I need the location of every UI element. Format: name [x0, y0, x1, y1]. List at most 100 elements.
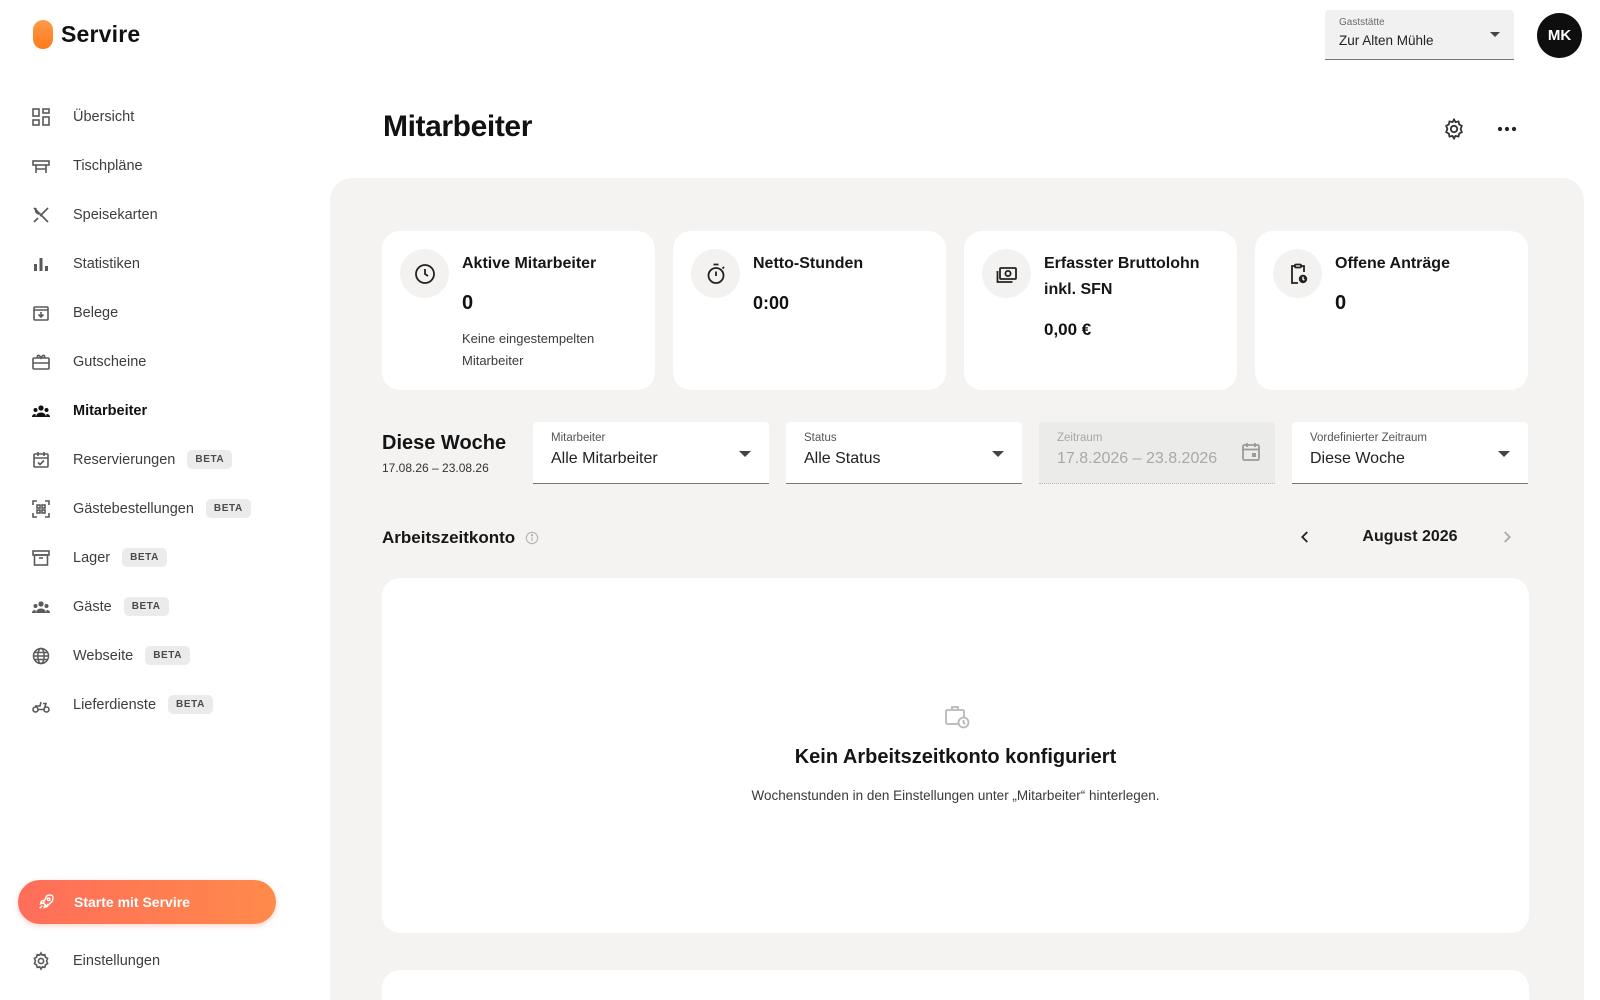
dropdown-caret-icon	[1490, 32, 1500, 37]
stat-card-active-employees: Aktive Mitarbeiter 0 Keine eingestempelt…	[382, 231, 655, 390]
briefcase-clock-icon	[943, 702, 971, 735]
sidebar-item-label: Einstellungen	[73, 953, 161, 969]
stat-value: 0	[462, 292, 474, 314]
money-icon	[982, 249, 1031, 298]
globe-icon	[31, 646, 51, 666]
sidebar-item-label: Übersicht	[73, 108, 135, 125]
empty-state-subtitle: Wochenstunden in den Einstellungen unter…	[751, 788, 1160, 803]
sidebar-item-einstellungen[interactable]: Einstellungen	[0, 937, 330, 985]
previous-month-button[interactable]	[1290, 522, 1320, 552]
sidebar-item-label: Belege	[73, 304, 119, 321]
next-section-card	[382, 970, 1529, 1000]
app-logo[interactable]: Servire	[33, 20, 140, 49]
qr-code-icon	[31, 499, 51, 519]
sidebar-item-belege[interactable]: Belege	[0, 288, 330, 337]
status-filter-value: Alle Status	[804, 450, 881, 467]
more-horizontal-icon	[1497, 126, 1517, 132]
rocket-icon	[37, 893, 55, 911]
start-button-label: Starte mit Servire	[74, 894, 190, 910]
stat-card-net-hours: Netto-Stunden 0:00	[673, 231, 946, 390]
work-account-heading: Arbeitszeitkonto	[382, 528, 539, 548]
sidebar-item-label: Gutscheine	[73, 353, 147, 370]
venue-select[interactable]: Gaststätte Zur Alten Mühle	[1325, 10, 1514, 60]
stat-card-gross-wage: Erfasster Bruttolohn inkl. SFN 0,00 €	[964, 231, 1237, 390]
work-account-empty-state: Kein Arbeitszeitkonto konfiguriert Woche…	[382, 578, 1529, 933]
cutlery-icon	[31, 205, 51, 225]
dashboard-icon	[31, 107, 51, 127]
beta-badge: BETA	[205, 499, 251, 518]
gift-card-icon	[31, 352, 51, 372]
status-filter-select[interactable]: Status Alle Status	[786, 422, 1022, 484]
sidebar-item-statistiken[interactable]: Statistiken	[0, 239, 330, 288]
page-title: Mitarbeiter	[383, 110, 532, 143]
stat-value: 0	[1335, 292, 1347, 314]
period-field-value: 17.8.2026 – 23.8.2026	[1057, 450, 1218, 467]
beta-badge: BETA	[187, 450, 233, 469]
sidebar-item-lager[interactable]: Lager BETA	[0, 533, 330, 582]
sidebar-item-label: Mitarbeiter	[73, 402, 148, 419]
scooter-icon	[31, 695, 51, 715]
stopwatch-icon	[691, 249, 740, 298]
next-month-button[interactable]	[1492, 522, 1522, 552]
start-with-servire-button[interactable]: Starte mit Servire	[18, 880, 276, 924]
people-icon	[31, 401, 51, 421]
main-panel: Aktive Mitarbeiter 0 Keine eingestempelt…	[330, 178, 1584, 1000]
sidebar-item-label: Speisekarten	[73, 206, 158, 223]
logo-mark-icon	[33, 20, 53, 49]
month-label: August 2026	[1362, 528, 1458, 545]
sidebar-item-webseite[interactable]: Webseite BETA	[0, 631, 330, 680]
stat-title: Netto-Stunden	[753, 255, 864, 272]
sidebar-item-uebersicht[interactable]: Übersicht	[0, 92, 330, 141]
week-range: 17.08.26 – 23.08.26	[382, 461, 489, 475]
employee-filter-select[interactable]: Mitarbeiter Alle Mitarbeiter	[533, 422, 769, 484]
sidebar-item-gutscheine[interactable]: Gutscheine	[0, 337, 330, 386]
venue-select-value: Zur Alten Mühle	[1339, 33, 1434, 48]
stat-title: Erfasster Bruttolohn inkl. SFN	[1044, 255, 1200, 298]
stat-title: Offene Anträge	[1335, 255, 1450, 272]
work-account-title: Arbeitszeitkonto	[382, 528, 516, 547]
sidebar-item-label: Webseite	[73, 647, 134, 664]
stat-value: 0,00 €	[1044, 320, 1092, 339]
stat-title: Aktive Mitarbeiter	[462, 255, 597, 272]
preset-period-select[interactable]: Vordefinierter Zeitraum Diese Woche	[1292, 422, 1528, 484]
settings-nav-row[interactable]: Einstellungen	[0, 937, 330, 985]
sidebar-item-gaeste[interactable]: Gäste BETA	[0, 582, 330, 631]
chevron-right-icon	[1504, 531, 1511, 543]
user-avatar[interactable]: MK	[1537, 13, 1582, 58]
bar-chart-icon	[31, 254, 51, 274]
employee-filter-value: Alle Mitarbeiter	[551, 450, 658, 467]
more-options-button[interactable]	[1490, 112, 1524, 146]
calendar-icon	[1239, 440, 1263, 469]
employee-filter-label: Mitarbeiter	[551, 432, 606, 444]
sidebar-item-label: Gäste	[73, 598, 112, 615]
sidebar-item-tischplaene[interactable]: Tischpläne	[0, 141, 330, 190]
preset-period-label: Vordefinierter Zeitraum	[1310, 432, 1427, 444]
page-settings-button[interactable]	[1437, 112, 1471, 146]
stat-card-open-requests: Offene Anträge 0	[1255, 231, 1528, 390]
info-icon[interactable]	[525, 531, 539, 545]
app-name: Servire	[61, 21, 141, 47]
period-field: Zeitraum 17.8.2026 – 23.8.2026	[1039, 422, 1275, 484]
stat-subtext: Keine eingestempelten Mitarbeiter	[462, 331, 595, 368]
sidebar-nav: Übersicht Tischpläne Speisekarten Statis…	[0, 92, 330, 729]
stat-value: 0:00	[753, 293, 790, 313]
clock-icon	[400, 249, 449, 298]
sidebar-item-speisekarten[interactable]: Speisekarten	[0, 190, 330, 239]
sidebar-item-reservierungen[interactable]: Reservierungen BETA	[0, 435, 330, 484]
empty-state-title: Kein Arbeitszeitkonto konfiguriert	[794, 746, 1117, 768]
table-icon	[31, 156, 51, 176]
chevron-left-icon	[1301, 531, 1308, 543]
venue-select-label: Gaststätte	[1339, 17, 1385, 28]
dropdown-caret-icon	[1498, 451, 1510, 457]
dropdown-caret-icon	[739, 451, 751, 457]
sidebar-item-label: Lager	[73, 549, 111, 566]
sidebar-item-lieferdienste[interactable]: Lieferdienste BETA	[0, 680, 330, 729]
gear-icon	[31, 951, 51, 971]
sidebar-item-gaestebestellungen[interactable]: Gästebestellungen BETA	[0, 484, 330, 533]
beta-badge: BETA	[122, 548, 167, 567]
sidebar-item-mitarbeiter[interactable]: Mitarbeiter	[0, 386, 330, 435]
dropdown-caret-icon	[992, 451, 1004, 457]
archive-box-icon	[31, 548, 51, 568]
sidebar-item-label: Gästebestellungen	[73, 500, 194, 517]
calendar-check-icon	[31, 450, 51, 470]
